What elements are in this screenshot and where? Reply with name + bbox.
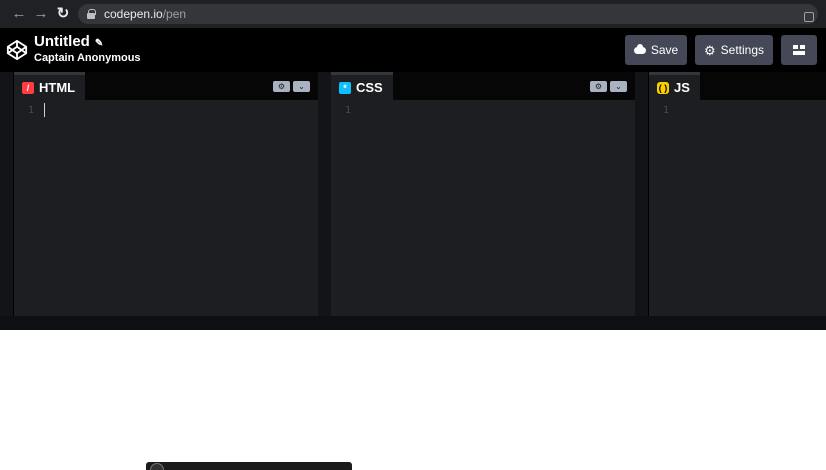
html-tab-tools: ⚙ ⌄ bbox=[273, 81, 310, 92]
html-settings-gear-icon[interactable]: ⚙ bbox=[273, 81, 290, 92]
tab-js-label: JS bbox=[674, 80, 690, 95]
editor-area: / HTML ⚙ ⌄ 1 * CSS ⚙ ⌄ 1 () JS 1 bbox=[0, 72, 826, 330]
save-label: Save bbox=[650, 43, 679, 57]
html-chevron-down-icon[interactable]: ⌄ bbox=[293, 81, 310, 92]
tab-html-label: HTML bbox=[39, 80, 76, 95]
html-icon: / bbox=[22, 81, 34, 94]
text-cursor bbox=[44, 103, 45, 117]
address-bar[interactable]: codepen.io/pen bbox=[78, 4, 818, 24]
back-arrow-icon[interactable]: ← bbox=[8, 0, 30, 28]
settings-button[interactable]: ⚙ Settings bbox=[695, 35, 773, 65]
tab-css[interactable]: * CSS bbox=[331, 72, 393, 100]
partial-bottom-bar bbox=[146, 462, 352, 470]
cloud-icon bbox=[633, 43, 646, 54]
tab-css-label: CSS bbox=[356, 80, 383, 95]
css-icon: * bbox=[339, 81, 351, 94]
css-tab-strip: * CSS ⚙ ⌄ bbox=[331, 72, 635, 100]
line-number: 1 bbox=[663, 105, 670, 116]
install-app-icon[interactable] bbox=[804, 12, 814, 22]
line-number: 1 bbox=[28, 105, 35, 116]
css-editor-panel[interactable]: * CSS ⚙ ⌄ 1 bbox=[331, 72, 635, 316]
reload-icon[interactable]: ↻ bbox=[52, 0, 74, 28]
css-chevron-down-icon[interactable]: ⌄ bbox=[610, 81, 627, 92]
editor-bottom-bar bbox=[0, 316, 826, 330]
resizer-html-css[interactable] bbox=[318, 72, 331, 316]
js-tab-strip: ( ) JS bbox=[649, 72, 826, 100]
change-view-button[interactable] bbox=[781, 35, 817, 65]
resizer-css-js[interactable] bbox=[635, 72, 648, 316]
left-gutter bbox=[0, 72, 13, 316]
html-tab-strip: / HTML ⚙ ⌄ bbox=[14, 72, 318, 100]
codepen-header: Untitled ✎ Captain Anonymous Save ⚙ Setti… bbox=[0, 28, 826, 72]
layout-grid-icon bbox=[793, 45, 805, 55]
line-number: 1 bbox=[345, 105, 352, 116]
browser-toolbar: ← → ↻ codepen.io/pen bbox=[0, 0, 826, 28]
settings-label: Settings bbox=[720, 43, 764, 57]
codepen-logo-icon[interactable] bbox=[6, 39, 28, 61]
css-settings-gear-icon[interactable]: ⚙ bbox=[590, 81, 607, 92]
gear-icon: ⚙ bbox=[703, 42, 716, 58]
pen-title[interactable]: Untitled ✎ bbox=[34, 33, 103, 50]
partial-avatar-icon bbox=[150, 463, 164, 470]
pencil-icon[interactable]: ✎ bbox=[95, 38, 103, 49]
lock-icon bbox=[86, 9, 96, 19]
pen-title-text: Untitled bbox=[34, 33, 90, 50]
tab-js[interactable]: ( ) JS bbox=[649, 72, 700, 100]
css-tab-tools: ⚙ ⌄ bbox=[590, 81, 627, 92]
forward-arrow-icon[interactable]: → bbox=[30, 0, 52, 28]
js-editor-panel[interactable]: ( ) JS 1 bbox=[649, 72, 826, 316]
html-editor-panel[interactable]: / HTML ⚙ ⌄ 1 bbox=[14, 72, 318, 316]
pen-author: Captain Anonymous bbox=[34, 52, 141, 64]
save-button[interactable]: Save bbox=[625, 35, 687, 65]
tab-html[interactable]: / HTML bbox=[14, 72, 86, 100]
js-icon: ( ) bbox=[657, 81, 669, 94]
url-text: codepen.io/pen bbox=[104, 7, 187, 21]
